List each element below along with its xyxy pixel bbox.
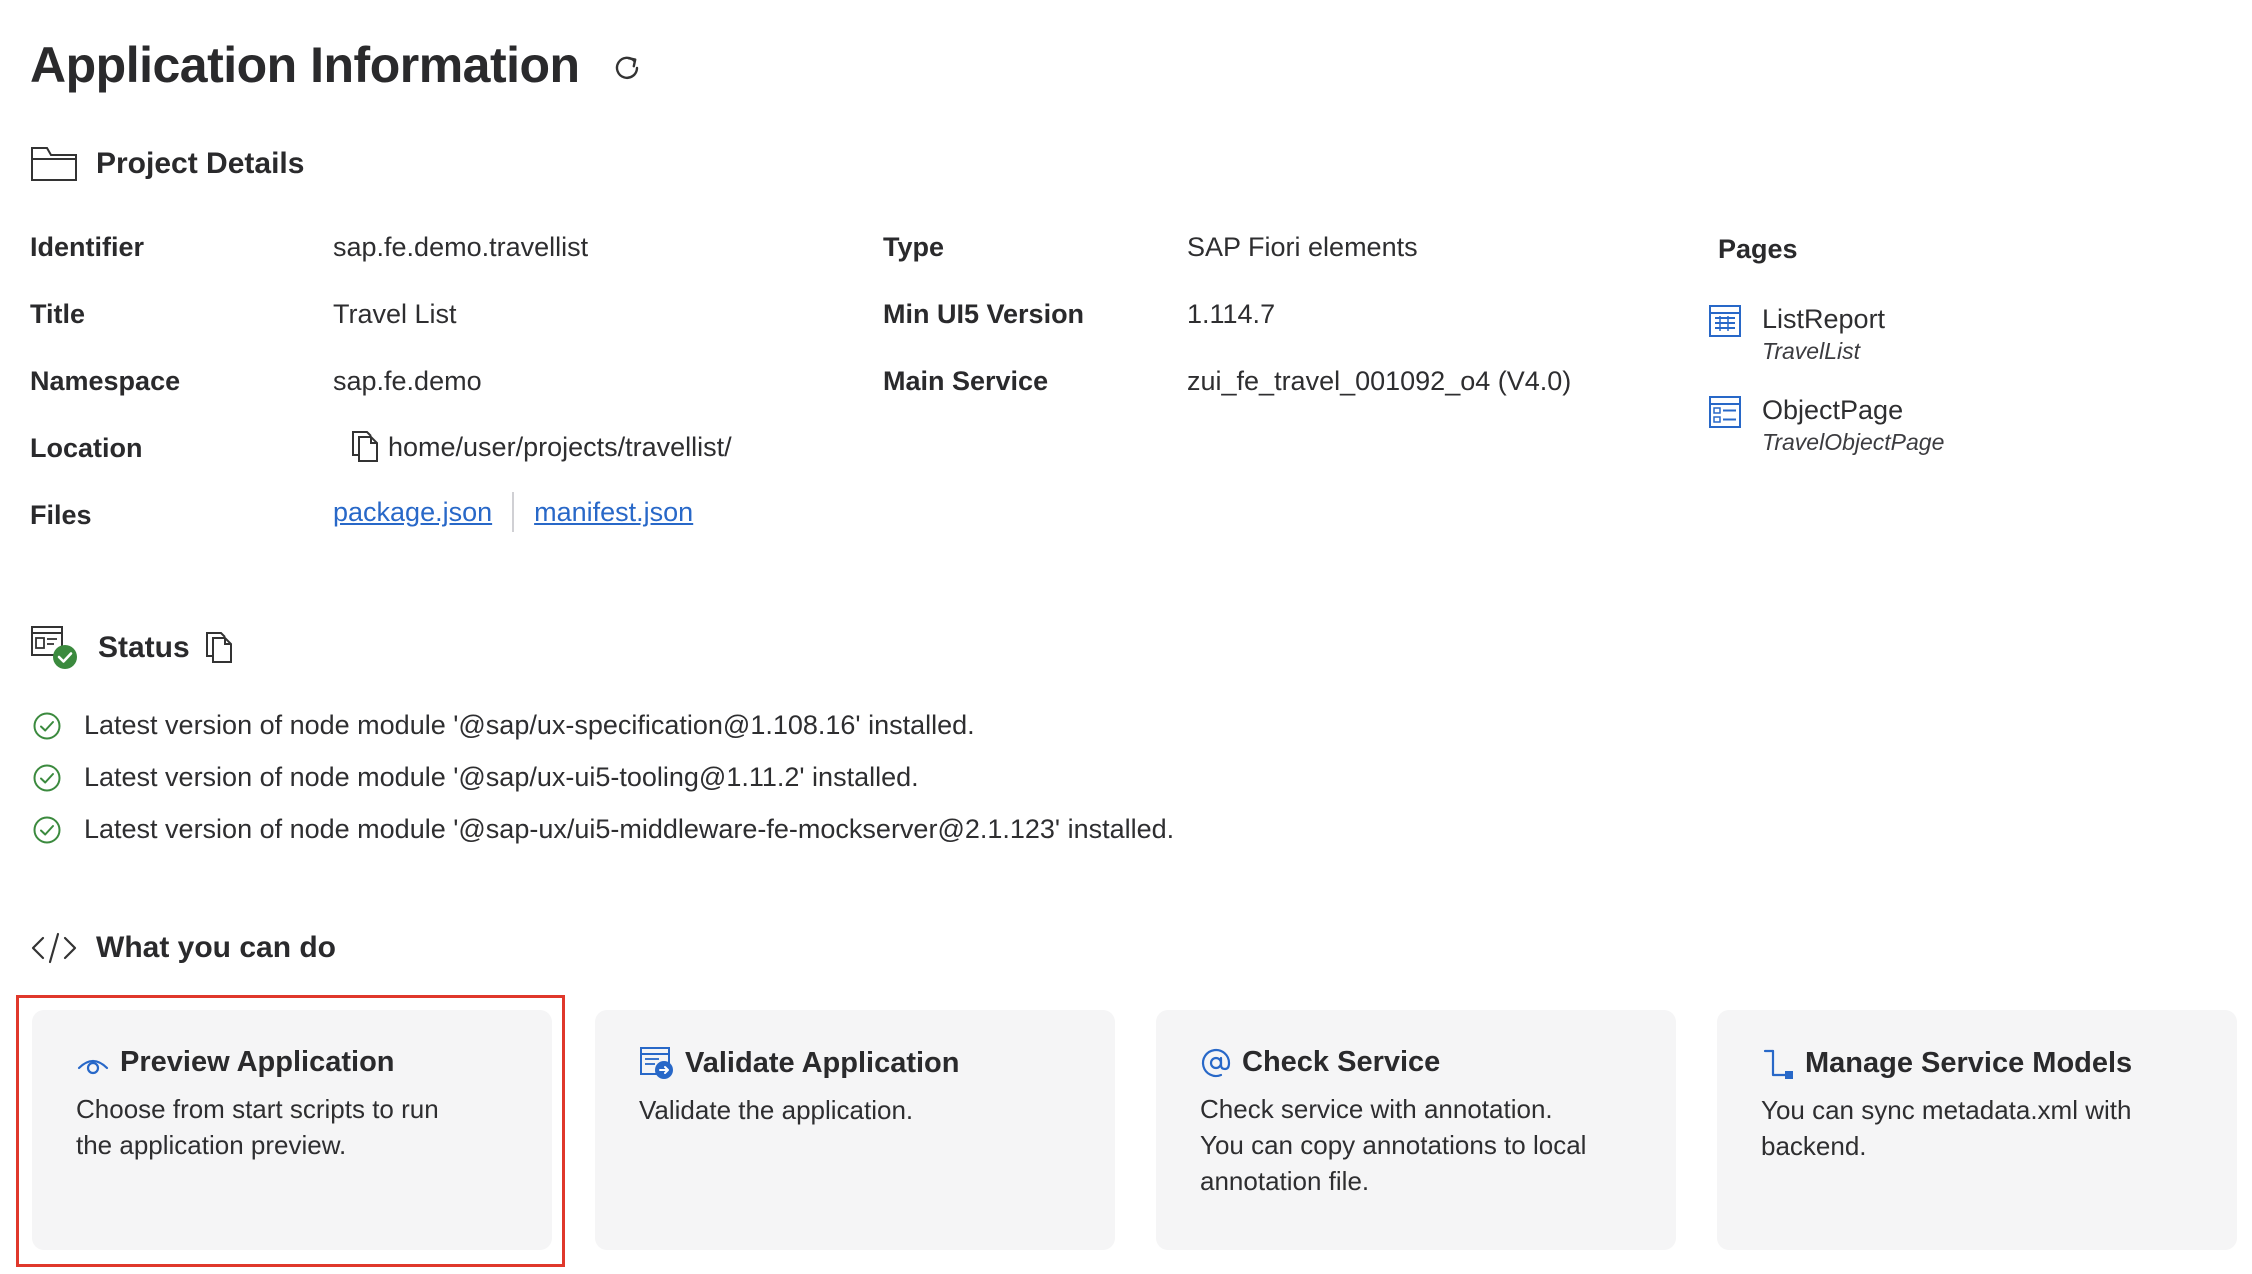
files-label: Files [30, 500, 92, 530]
code-icon [30, 930, 78, 966]
namespace-label: Namespace [30, 366, 181, 396]
location-label: Location [30, 433, 143, 463]
folder-icon [30, 145, 78, 183]
check-circle-icon [32, 815, 62, 845]
page-header: Application Information [30, 36, 644, 94]
location-row: home/user/projects/travellist/ [350, 430, 732, 464]
manage-service-models-card[interactable]: Manage Service Models You can sync metad… [1717, 1010, 2237, 1250]
card-description-line: Check service with annotation. [1200, 1094, 1553, 1124]
page-entity: TravelObjectPage [1762, 429, 1945, 455]
card-description-line: backend. [1761, 1131, 1867, 1161]
validate-icon [639, 1046, 675, 1080]
what-you-can-do-label: What you can do [96, 931, 336, 964]
object-page-icon [1708, 395, 1742, 429]
files-row: package.json manifest.json [333, 492, 693, 532]
manifest-json-link[interactable]: manifest.json [534, 497, 693, 528]
status-item: Latest version of node module '@sap/ux-s… [32, 710, 975, 741]
copy-location-icon[interactable] [350, 430, 380, 464]
card-title: Manage Service Models [1805, 1046, 2133, 1079]
page-item-objectpage[interactable]: ObjectPage TravelObjectPage [1708, 393, 1944, 457]
status-item: Latest version of node module '@sap/ux-u… [32, 762, 919, 793]
page-title: Application Information [30, 37, 580, 93]
min-ui5-version-label: Min UI5 Version [883, 299, 1085, 329]
card-title: Check Service [1242, 1046, 1441, 1078]
main-service-label: Main Service [883, 366, 1049, 396]
status-app-check-icon [30, 625, 80, 671]
card-description: Validate the application. [639, 1092, 1071, 1128]
application-info-page: Application Information Project Details … [0, 0, 2252, 1274]
check-circle-icon [32, 763, 62, 793]
package-json-link[interactable]: package.json [333, 497, 492, 528]
card-description-line: annotation file. [1200, 1166, 1370, 1196]
page-item-listreport[interactable]: ListReport TravelList [1708, 302, 1885, 366]
project-details-label: Project Details [96, 147, 305, 180]
card-description: You can sync metadata.xml with backend. [1761, 1092, 2193, 1164]
card-description-line: the application preview. [76, 1130, 347, 1160]
check-service-card[interactable]: Check Service Check service with annotat… [1156, 1010, 1676, 1250]
status-heading: Status [30, 625, 234, 671]
card-title: Validate Application [685, 1046, 960, 1079]
type-value: SAP Fiori elements [1187, 232, 1418, 262]
card-description-line: Validate the application. [639, 1095, 914, 1125]
preview-application-card[interactable]: Preview Application Choose from start sc… [32, 1010, 552, 1250]
pages-label: Pages [1718, 234, 1798, 264]
namespace-value: sap.fe.demo [333, 366, 482, 396]
page-name: ObjectPage [1762, 395, 1904, 425]
eye-icon [76, 1048, 110, 1078]
card-description-line: Choose from start scripts to run [76, 1094, 439, 1124]
status-label: Status [98, 631, 190, 664]
status-text: Latest version of node module '@sap/ux-u… [84, 762, 919, 792]
identifier-value: sap.fe.demo.travellist [333, 232, 589, 262]
status-text: Latest version of node module '@sap/ux-s… [84, 710, 975, 740]
status-item: Latest version of node module '@sap-ux/u… [32, 814, 1174, 845]
title-value: Travel List [333, 299, 457, 329]
at-icon [1200, 1047, 1232, 1079]
page-entity: TravelList [1762, 338, 1860, 364]
connector-icon [1761, 1046, 1795, 1080]
card-description: Check service with annotation. You can c… [1200, 1091, 1632, 1199]
what-you-can-do-heading: What you can do [30, 930, 336, 966]
check-circle-icon [32, 711, 62, 741]
project-details-heading: Project Details [30, 145, 304, 183]
card-title: Preview Application [120, 1046, 395, 1078]
title-label: Title [30, 299, 86, 329]
card-description-line: You can copy annotations to local [1200, 1130, 1587, 1160]
main-service-value: zui_fe_travel_001092_o4 (V4.0) [1187, 366, 1572, 396]
files-divider [512, 492, 515, 532]
status-text: Latest version of node module '@sap-ux/u… [84, 814, 1175, 844]
page-name: ListReport [1762, 304, 1886, 334]
card-description: Choose from start scripts to run the app… [76, 1091, 508, 1163]
min-ui5-version-value: 1.114.7 [1187, 299, 1276, 329]
identifier-label: Identifier [30, 232, 145, 262]
copy-status-icon[interactable] [204, 631, 234, 665]
list-report-icon [1708, 304, 1742, 338]
type-label: Type [883, 232, 945, 262]
location-value: home/user/projects/travellist/ [388, 431, 732, 462]
refresh-icon[interactable] [610, 51, 644, 85]
validate-application-card[interactable]: Validate Application Validate the applic… [595, 1010, 1115, 1250]
card-description-line: You can sync metadata.xml with [1761, 1095, 2132, 1125]
